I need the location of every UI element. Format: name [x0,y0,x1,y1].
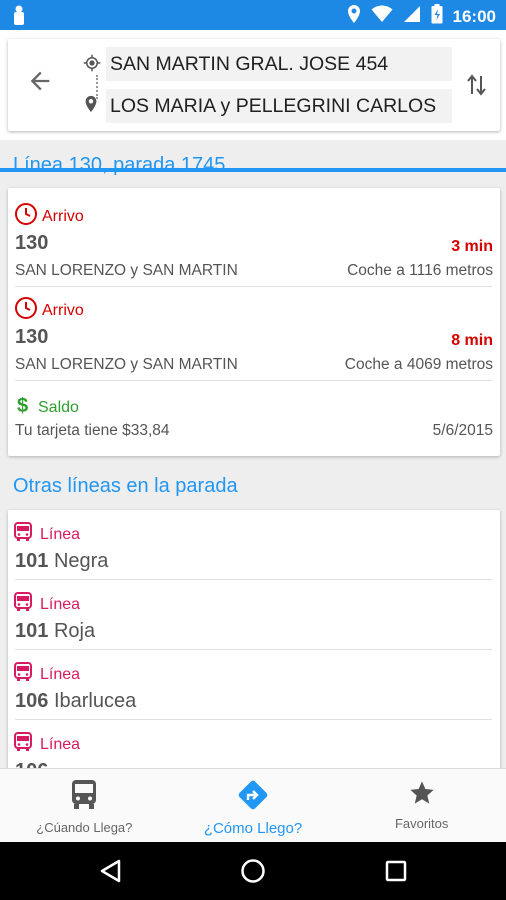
bus-icon [70,779,98,816]
destination-pin-icon [84,95,98,118]
line-list-item[interactable]: Línea 106 [8,720,500,768]
line-list-item[interactable]: Línea 101 Roja [8,580,500,650]
clock-icon [14,296,38,325]
line-label: Línea [40,665,81,683]
status-time: 16:00 [452,6,496,26]
line-number: 106 [15,690,49,712]
location-icon [347,4,361,29]
signal-icon [403,5,421,28]
origin-field[interactable]: SAN MARTIN GRAL. JOSE 454 [106,47,452,81]
arrival-stop: SAN LORENZO y SAN MARTIN [15,262,238,279]
nav-favorites[interactable]: Favoritos [337,769,506,842]
other-lines-card: Línea 101 Negra Línea 101 Roja Línea 106… [8,510,500,768]
destination-field[interactable]: LOS MARIA y PELLEGRINI CARLOS [106,89,452,123]
line-number: 101 [15,620,49,642]
nav-label: ¿Cómo Llego? [203,820,303,837]
arrival-minutes: 3 min [451,238,493,255]
arrival-item[interactable]: Arrivo 130 8 min SAN LORENZO y SAN MARTI… [8,282,500,376]
line-label: Línea [40,525,81,543]
svg-text:$: $ [17,395,28,416]
bus-icon [14,592,32,617]
home-circle-icon[interactable] [240,858,266,889]
line-description: Negra [53,550,109,572]
nav-label: Favoritos [394,816,449,831]
nav-how-to-get[interactable]: ¿Cómo Llego? [169,769,338,842]
notification-icon [12,5,26,30]
dollar-icon: $ [16,394,30,421]
line-list-item[interactable]: Línea 101 Negra [8,510,500,580]
my-location-icon [83,54,101,77]
line-label: Línea [40,735,81,753]
system-navigation-bar [0,842,506,900]
divider [15,380,492,381]
line-name: 101 Roja [15,620,95,643]
arrival-line-number: 130 [15,232,49,254]
line-label: Línea [40,595,81,613]
arrival-label: Arrivo [42,207,84,225]
line-name: 101 Negra [15,550,108,573]
star-icon [408,779,436,812]
balance-date: 5/6/2015 [432,422,493,439]
arrival-distance: Coche a 4069 metros [344,356,493,373]
arrival-distance: Coche a 1116 metros [347,262,493,279]
bottom-navigation: ¿Cúando Llega? ¿Cómo Llego? Favoritos [0,768,506,842]
line-number: 101 [15,550,49,572]
back-triangle-icon[interactable] [98,858,124,889]
bus-icon [14,732,32,757]
balance-label: Saldo [38,398,79,416]
clock-icon [14,202,38,231]
status-bar: 16:00 [0,0,506,30]
nav-label: ¿Cúando Llega? [36,820,133,835]
recents-square-icon[interactable] [383,858,409,889]
line-description: Roja [53,620,96,642]
nav-when-arrives[interactable]: ¿Cúando Llega? [0,769,169,842]
arrival-line-number: 130 [15,326,49,348]
arrival-minutes: 8 min [451,332,493,349]
wifi-icon [371,5,393,28]
balance-header: $ Saldo [16,394,79,421]
stop-section-title: Línea 130, parada 1745 [13,154,226,176]
swap-route-button[interactable] [466,72,488,103]
arrivals-card: Arrivo 130 3 min SAN LORENZO y SAN MARTI… [8,188,500,456]
arrival-label: Arrivo [42,301,84,319]
line-description: Ibarlucea [53,690,137,712]
route-card: SAN MARTIN GRAL. JOSE 454 LOS MARIA y PE… [8,39,500,131]
arrival-item[interactable]: Arrivo 130 3 min SAN LORENZO y SAN MARTI… [8,188,500,282]
line-number: 106 [15,760,48,768]
main-content: Línea 130, parada 1745 Arrivo 130 3 min … [0,142,506,768]
route-header: SAN MARTIN GRAL. JOSE 454 LOS MARIA y PE… [0,30,506,172]
line-name: 106 Ibarlucea [15,690,136,713]
bus-icon [14,522,32,547]
arrival-stop: SAN LORENZO y SAN MARTIN [15,356,238,373]
line-list-item[interactable]: Línea 106 Ibarlucea [8,650,500,720]
line-name: 106 [15,760,48,768]
battery-icon [431,4,443,29]
back-button[interactable] [26,67,54,95]
bus-icon [14,662,32,687]
other-lines-title: Otras líneas en la parada [13,475,238,497]
balance-text: Tu tarjeta tiene $33,84 [15,422,170,439]
directions-icon [237,779,269,816]
